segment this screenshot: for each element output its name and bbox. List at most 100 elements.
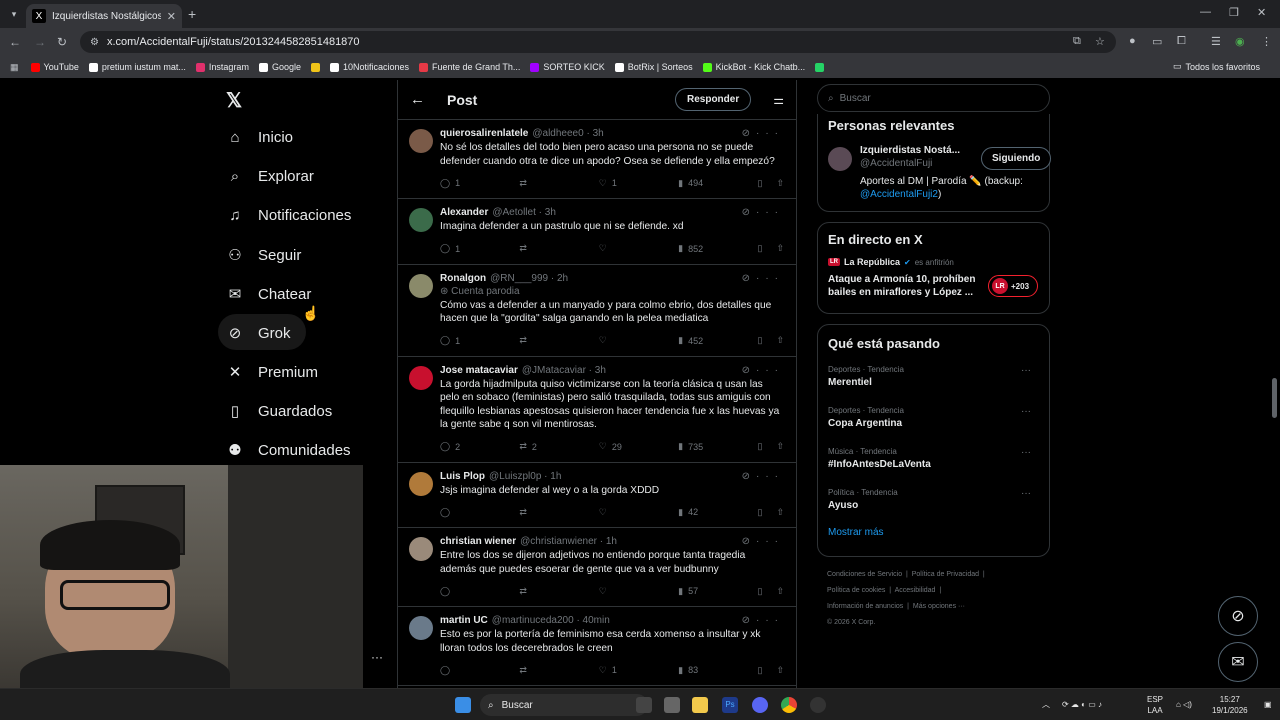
bookmark-item[interactable]: Google <box>258 62 301 72</box>
views-action[interactable]: ▮ 452 <box>678 335 718 346</box>
notification-icon[interactable]: ▣ <box>1264 699 1272 710</box>
start-icon[interactable] <box>455 697 471 713</box>
views-action[interactable]: ▮ 42 <box>678 507 718 518</box>
bookmark-item[interactable]: KickBot - Kick Chatb... <box>702 62 805 72</box>
reply-tweet[interactable]: Jose matacaviar @JMatacaviar · 3h ⊘··· La g… <box>398 357 796 463</box>
filter-icon[interactable]: ⚌ <box>773 93 784 107</box>
bookmark-icon[interactable]: ▯ <box>758 507 763 518</box>
share-icon[interactable]: ⇧ <box>776 507 784 518</box>
x-logo-icon[interactable]: 𝕏 <box>226 88 242 113</box>
footer-link-privacy[interactable]: Política de Privacidad <box>912 571 979 578</box>
taskview-icon[interactable] <box>636 697 652 713</box>
views-action[interactable]: ▮ 83 <box>678 665 718 676</box>
trend-item[interactable]: Música · Tendencia #InfoAntesDeLaVenta ··· <box>828 447 1039 470</box>
reply-tweet[interactable]: christian wiener @christianwiener · 1h ⊘··… <box>398 528 796 607</box>
taskbar-search[interactable]: ⌕ Buscar <box>480 694 648 716</box>
reply-tweet[interactable]: quierosalirenlatele @aldheee0 · 3h ⊘··· No … <box>398 120 796 199</box>
sidebar-item-seguir[interactable]: ⚇ Seguir <box>226 246 301 265</box>
language-indicator[interactable]: ESP LAA <box>1147 694 1163 716</box>
discord-icon[interactable] <box>752 697 768 713</box>
views-action[interactable]: ▮ 57 <box>678 586 718 597</box>
close-tab-icon[interactable]: ✕ <box>167 10 176 23</box>
grok-fab-icon[interactable]: ⊘ <box>1218 596 1258 636</box>
person-bio-link[interactable]: @AccidentalFuji2 <box>860 189 938 200</box>
grok-more-icons[interactable]: ⊘··· <box>742 273 784 284</box>
like-action[interactable]: ♡ 1 <box>599 665 639 676</box>
avatar[interactable] <box>409 208 433 232</box>
person-name[interactable]: Izquierdistas Nostá... <box>860 145 960 156</box>
grok-more-icons[interactable]: ⊘··· <box>742 365 784 376</box>
avatar[interactable] <box>409 471 433 496</box>
more-options-icon[interactable]: ··· <box>371 650 383 664</box>
footer-link-accessibility[interactable]: Accesibilidad <box>895 587 936 594</box>
share-icon[interactable]: ⇧ <box>776 178 784 189</box>
grok-more-icons[interactable]: ⊘··· <box>742 536 784 547</box>
retweet-action[interactable]: ⇄ <box>519 178 559 189</box>
app-icon[interactable] <box>664 697 680 713</box>
clock[interactable]: 15:27 19/1/2026 <box>1212 694 1248 716</box>
avatar[interactable] <box>409 537 433 561</box>
bookmark-item[interactable]: Instagram <box>195 62 249 72</box>
reply-action[interactable]: ◯ 1 <box>440 178 480 189</box>
reply-action[interactable]: ◯ 1 <box>440 335 480 346</box>
forward-icon[interactable]: → <box>34 35 46 49</box>
profile-avatar[interactable]: ◉ <box>1235 35 1245 48</box>
tweet-author-name[interactable]: martin UC <box>440 615 488 626</box>
following-button[interactable]: Siguiendo <box>981 147 1052 170</box>
grok-more-icons[interactable]: ⊘··· <box>742 207 784 218</box>
bookmark-icon[interactable]: ▯ <box>758 586 763 597</box>
retweet-action[interactable]: ⇄ 2 <box>519 441 559 452</box>
footer-link-more[interactable]: Más opciones ··· <box>913 603 965 610</box>
extension2-icon[interactable]: ▭ <box>1152 35 1162 48</box>
trend-item[interactable]: Deportes · Tendencia Copa Argentina ··· <box>828 406 1039 429</box>
trend-item[interactable]: Política · Tendencia Ayuso ··· <box>828 488 1039 511</box>
retweet-action[interactable]: ⇄ <box>519 335 559 346</box>
close-window-icon[interactable]: ✕ <box>1257 6 1266 19</box>
photoshop-icon[interactable]: Ps <box>722 697 738 713</box>
address-bar[interactable]: ⚙ x.com/AccidentalFuji/status/2013244582… <box>80 31 1116 53</box>
footer-link-cookies[interactable]: Política de cookies <box>827 587 885 594</box>
like-action[interactable]: ♡ <box>599 335 639 346</box>
reply-tweet[interactable]: Alexander @Aetollet · 3h ⊘··· Imagina defen… <box>398 199 796 265</box>
show-more-link[interactable]: Mostrar más <box>828 527 1039 538</box>
views-action[interactable]: ▮ 852 <box>678 243 718 254</box>
menu-icon[interactable]: ⋮ <box>1261 35 1272 48</box>
retweet-action[interactable]: ⇄ <box>519 665 559 676</box>
browser-tab[interactable]: X Izquierdistas Nostálgicos De Se ✕ <box>26 4 182 28</box>
like-action[interactable]: ♡ 29 <box>599 441 639 452</box>
reply-button[interactable]: Responder <box>675 88 752 111</box>
bookmark-item[interactable]: SORTEO KICK <box>530 62 605 72</box>
maximize-icon[interactable]: ❐ <box>1229 6 1239 19</box>
reply-action[interactable]: ◯ <box>440 507 480 518</box>
minimize-icon[interactable]: — <box>1200 6 1211 18</box>
sidebar-item-comunidades[interactable]: ⚉ Comunidades <box>226 441 350 460</box>
sidebar-item-grok[interactable]: ⊘ Grok <box>226 324 291 343</box>
reply-action[interactable]: ◯ 2 <box>440 441 480 452</box>
bookmark-item[interactable] <box>310 62 320 72</box>
tweet-author-name[interactable]: Jose matacaviar <box>440 365 518 376</box>
bookmark-icon[interactable]: ▯ <box>758 178 763 189</box>
new-tab-icon[interactable]: + <box>188 6 196 22</box>
back-icon[interactable]: ← <box>9 35 21 49</box>
views-action[interactable]: ▮ 735 <box>678 441 718 452</box>
like-action[interactable]: ♡ <box>599 243 639 254</box>
reply-tweet[interactable]: Luis Plop @Luiszpl0p · 1h ⊘··· Jsjs imagina… <box>398 463 796 528</box>
apps-icon[interactable]: ▦ <box>10 62 19 73</box>
all-bookmarks[interactable]: ▭ Todos los favoritos <box>1173 61 1260 72</box>
avatar[interactable] <box>828 147 852 171</box>
sidebar-item-inicio[interactable]: ⌂ Inicio <box>226 129 293 146</box>
more-icon[interactable]: ··· <box>1021 406 1031 417</box>
footer-link-terms[interactable]: Condiciones de Servicio <box>827 571 902 578</box>
tweet-author-name[interactable]: christian wiener <box>440 536 516 547</box>
reply-action[interactable]: ◯ <box>440 665 480 676</box>
tab-search-icon[interactable]: ▾ <box>6 6 22 22</box>
share-icon[interactable]: ⇧ <box>776 335 784 346</box>
install-icon[interactable]: ⧉ <box>1073 35 1081 48</box>
search-input[interactable]: ⌕ Buscar <box>817 84 1050 112</box>
retweet-action[interactable]: ⇄ <box>519 507 559 518</box>
bookmark-item[interactable]: pretium iustum mat... <box>88 62 186 72</box>
reply-action[interactable]: ◯ <box>440 586 480 597</box>
avatar[interactable] <box>409 365 433 390</box>
sidebar-item-explorar[interactable]: ⌕ Explorar <box>226 168 314 185</box>
site-info-icon[interactable]: ⚙ <box>90 37 99 48</box>
